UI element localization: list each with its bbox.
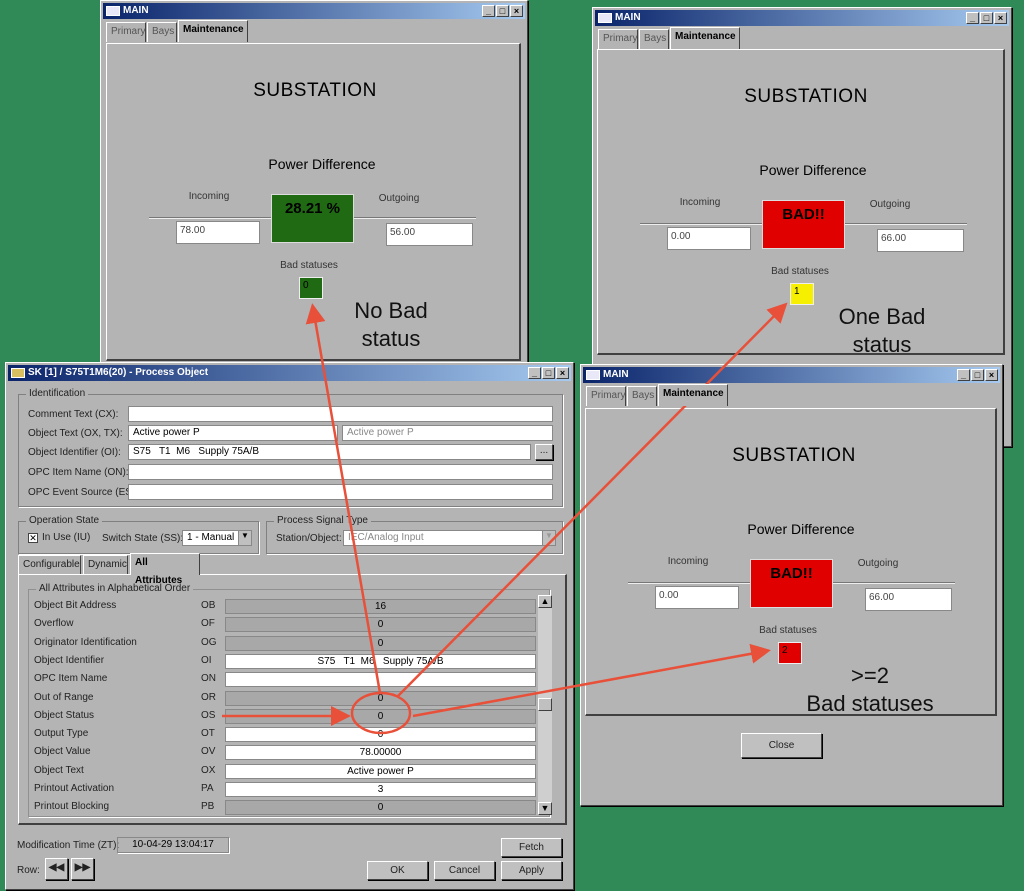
arrow-to-multi-bad — [412, 643, 771, 718]
arrow-to-no-bad — [305, 303, 382, 694]
arrow-to-one-bad — [397, 302, 788, 697]
tab-maintenance[interactable]: Maintenance — [670, 27, 740, 49]
tab-all-attributes[interactable]: All Attributes — [130, 553, 200, 586]
annotation-overlay — [222, 302, 788, 735]
tab-maintenance[interactable]: Maintenance — [178, 20, 248, 42]
tab-maintenance[interactable]: Maintenance — [658, 384, 728, 406]
object-status-highlight-circle — [350, 691, 412, 735]
